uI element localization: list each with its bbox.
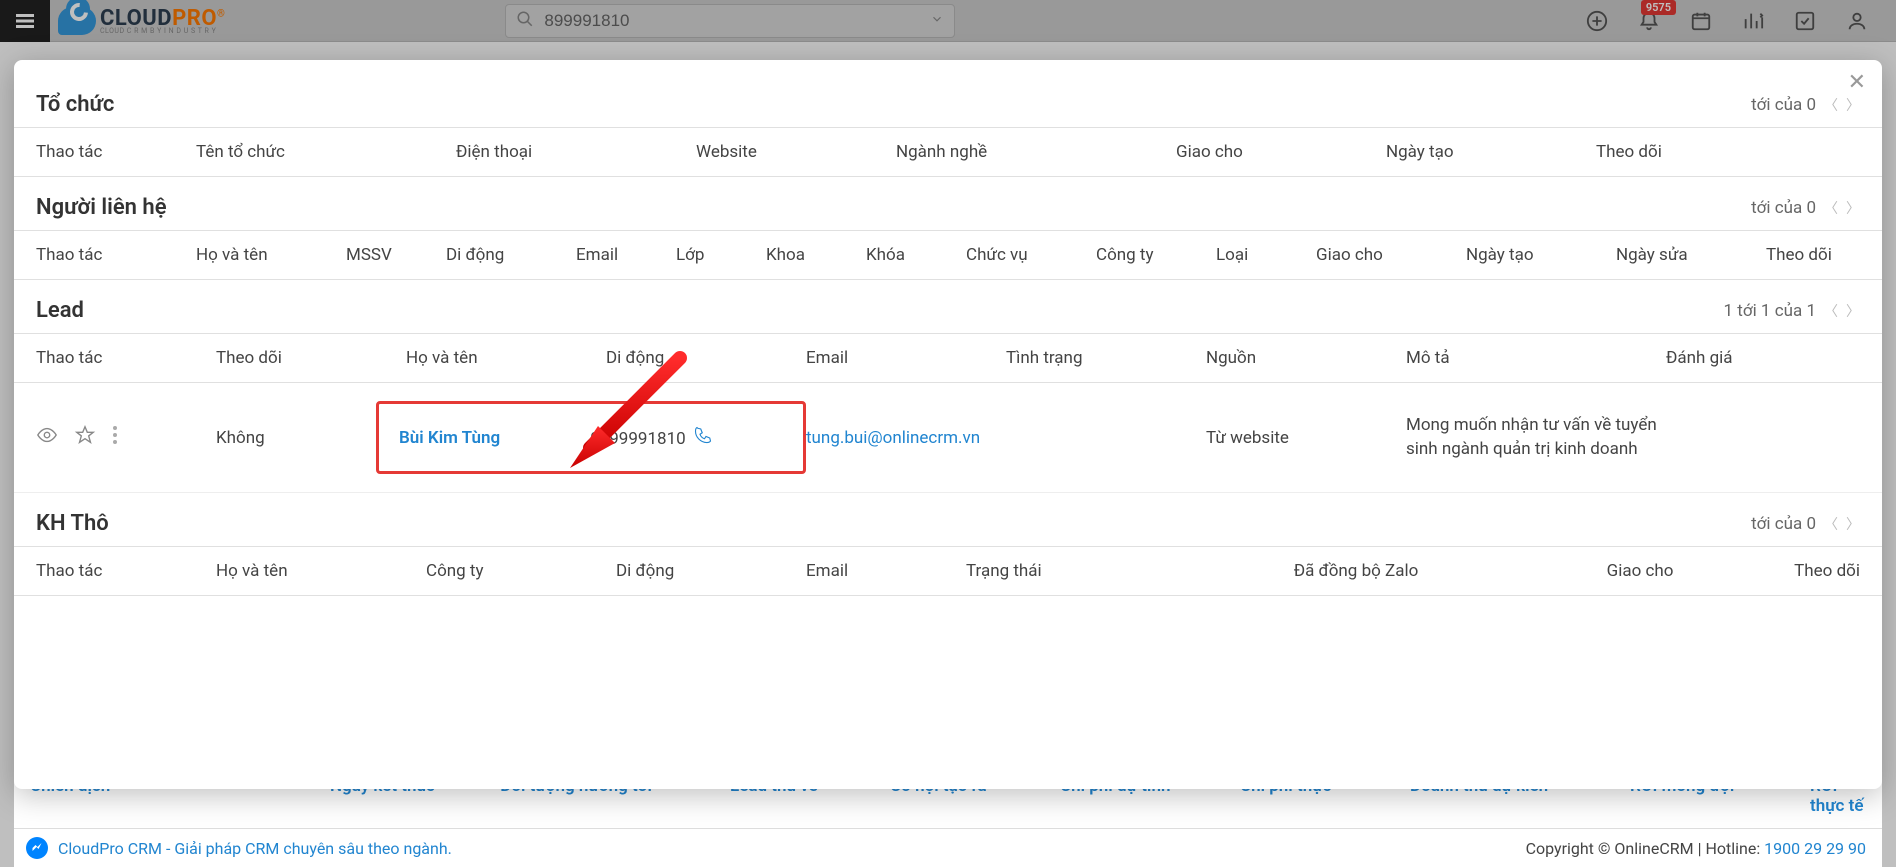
pager-contact: tới của 0 〈 〉 <box>1751 198 1860 218</box>
col: Công ty <box>1096 245 1216 265</box>
section-head-khtho: KH Thô tới của 0 〈 〉 <box>14 493 1882 546</box>
table-head-khtho: Thao tác Họ và tên Công ty Di động Email… <box>14 546 1882 596</box>
col: Ngày sửa <box>1616 245 1766 265</box>
col: Họ và tên <box>406 348 606 368</box>
more-icon[interactable] <box>112 425 118 450</box>
col: Giao cho <box>1486 561 1794 581</box>
close-icon[interactable]: ✕ <box>1848 70 1866 95</box>
lead-row[interactable]: Không Bùi Kim Tùng 0899991810 tung.bui@o… <box>14 383 1882 493</box>
col: Tên tổ chức <box>196 142 456 162</box>
col: Website <box>696 142 896 162</box>
col: Họ và tên <box>196 245 346 265</box>
cell-theodoi: Không <box>216 428 376 448</box>
section-head-tochuc: Tổ chức tới của 0 〈 〉 <box>14 60 1882 127</box>
highlight-box: Bùi Kim Tùng 0899991810 <box>376 401 806 474</box>
pager-lead: 1 tới 1 của 1 〈 〉 <box>1724 301 1860 321</box>
col: Đánh giá <box>1666 348 1860 368</box>
copyright: Copyright © OnlineCRM <box>1526 839 1694 858</box>
col: Ngành nghề <box>896 142 1176 162</box>
col: Theo dõi <box>1794 561 1860 581</box>
col: Ngày tạo <box>1386 142 1596 162</box>
phone-icon[interactable] <box>694 429 712 449</box>
title-khtho: KH Thô <box>36 511 109 536</box>
col: Mô tả <box>1406 348 1666 368</box>
eye-icon[interactable] <box>36 424 58 451</box>
col: Email <box>806 561 966 581</box>
col: Theo dõi <box>216 348 406 368</box>
section-head-lead: Lead 1 tới 1 của 1 〈 〉 <box>14 280 1882 333</box>
col: Nguồn <box>1206 348 1406 368</box>
col: Email <box>576 245 676 265</box>
chevron-right-icon[interactable]: 〉 <box>1846 95 1860 115</box>
col: Điện thoại <box>456 142 696 162</box>
phone-cell: 0899991810 <box>590 426 712 449</box>
col: Thao tác <box>36 561 216 581</box>
col: Tình trạng <box>1006 348 1206 368</box>
col: MSSV <box>346 245 446 265</box>
footer-left: CloudPro CRM - Giải pháp CRM chuyên sâu … <box>26 837 452 859</box>
star-icon[interactable] <box>74 424 96 451</box>
col: Thao tác <box>36 348 216 368</box>
table-head-contact: Thao tác Họ và tên MSSV Di động Email Lớ… <box>14 230 1882 280</box>
footer-slogan[interactable]: CloudPro CRM - Giải pháp CRM chuyên sâu … <box>58 839 452 858</box>
col: Đã đồng bộ Zalo <box>1226 561 1486 581</box>
col: Theo dõi <box>1766 245 1860 265</box>
col: Trạng thái <box>966 561 1226 581</box>
cell-nguon: Từ website <box>1206 428 1406 448</box>
messenger-icon[interactable] <box>26 837 48 859</box>
col: Khóa <box>866 245 966 265</box>
pager-tochuc: tới của 0 〈 〉 <box>1751 95 1860 115</box>
col: Họ và tên <box>216 561 426 581</box>
row-actions <box>36 424 216 451</box>
hotline-label: Hotline: <box>1705 839 1764 858</box>
chevron-left-icon[interactable]: 〈 <box>1824 95 1838 115</box>
chevron-left-icon[interactable]: 〈 <box>1824 198 1838 218</box>
footer: CloudPro CRM - Giải pháp CRM chuyên sâu … <box>14 828 1882 867</box>
col: Di động <box>616 561 806 581</box>
col: Lớp <box>676 245 766 265</box>
chevron-right-icon[interactable]: 〉 <box>1846 301 1860 321</box>
title-lead: Lead <box>36 298 84 323</box>
chevron-right-icon[interactable]: 〉 <box>1846 514 1860 534</box>
cell-phone: 0899991810 <box>590 429 686 449</box>
col: Loại <box>1216 245 1316 265</box>
search-results-modal: ✕ Tổ chức tới của 0 〈 〉 Thao tác Tên tổ … <box>14 60 1882 789</box>
cell-mota: Mong muốn nhận tư vấn về tuyển sinh ngàn… <box>1406 414 1666 462</box>
col: Thao tác <box>36 142 196 162</box>
col: Khoa <box>766 245 866 265</box>
highlight-container: Bùi Kim Tùng 0899991810 <box>376 401 806 474</box>
col: Giao cho <box>1176 142 1386 162</box>
pager-khtho: tới của 0 〈 〉 <box>1751 514 1860 534</box>
footer-right: Copyright © OnlineCRM | Hotline: 1900 29… <box>1526 839 1866 858</box>
col: Chức vụ <box>966 245 1096 265</box>
lead-name-link[interactable]: Bùi Kim Tùng <box>399 428 500 448</box>
chevron-left-icon[interactable]: 〈 <box>1824 301 1838 321</box>
chevron-left-icon[interactable]: 〈 <box>1824 514 1838 534</box>
col: Di động <box>446 245 576 265</box>
col: Ngày tạo <box>1466 245 1616 265</box>
hotline-number[interactable]: 1900 29 29 90 <box>1764 839 1866 858</box>
col: Công ty <box>426 561 616 581</box>
title-contact: Người liên hệ <box>36 195 167 220</box>
col: Giao cho <box>1316 245 1466 265</box>
table-head-tochuc: Thao tác Tên tổ chức Điện thoại Website … <box>14 127 1882 177</box>
col: Di động <box>606 348 806 368</box>
cell-email[interactable]: tung.bui@onlinecrm.vn <box>806 428 1006 448</box>
col: Thao tác <box>36 245 196 265</box>
col: Theo dõi <box>1596 142 1860 162</box>
table-head-lead: Thao tác Theo dõi Họ và tên Di động Emai… <box>14 333 1882 383</box>
col: Email <box>806 348 1006 368</box>
section-head-contact: Người liên hệ tới của 0 〈 〉 <box>14 177 1882 230</box>
title-tochuc: Tổ chức <box>36 92 114 117</box>
chevron-right-icon[interactable]: 〉 <box>1846 198 1860 218</box>
